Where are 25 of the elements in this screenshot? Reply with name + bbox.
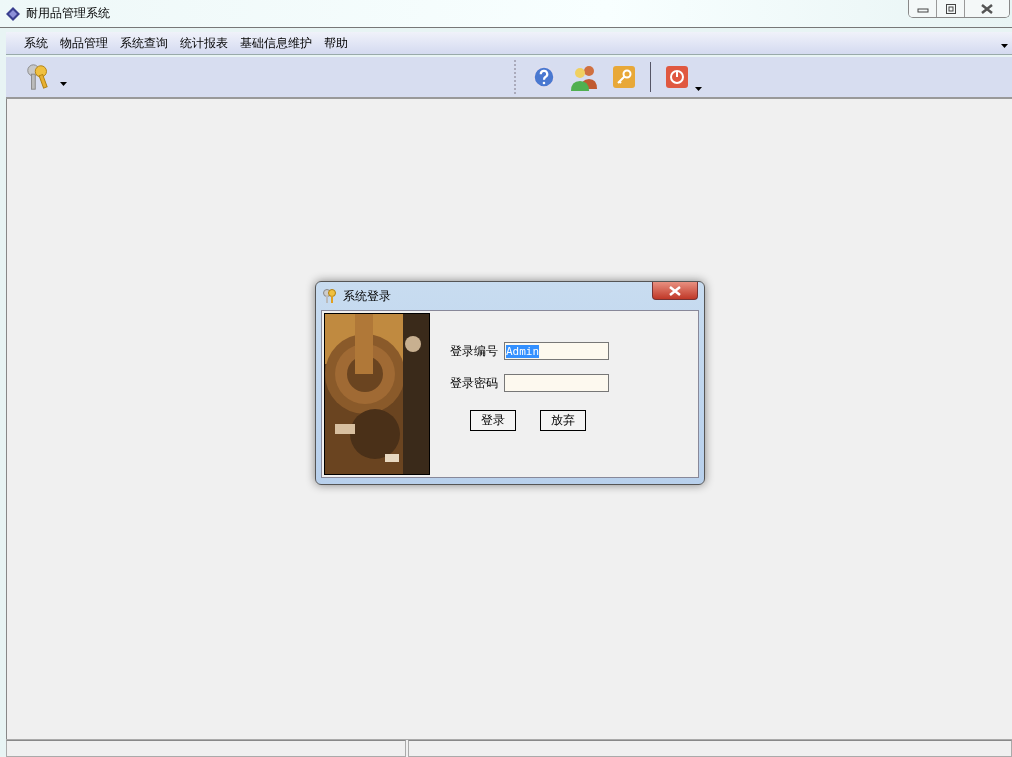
caret-icon[interactable] [695,87,702,91]
caret-icon[interactable] [60,82,67,86]
dialog-button[interactable]: 登录 [470,410,516,431]
menu-item[interactable]: 系统 [18,34,54,52]
app-icon [6,6,20,21]
menu-item[interactable]: 系统查询 [114,34,174,52]
maximize-button[interactable] [937,0,965,17]
keys-icon [322,288,338,304]
window-title: 耐用品管理系统 [26,5,110,22]
close-icon [669,285,681,296]
menu-item[interactable]: 帮助 [318,34,354,52]
restore-icon [945,3,956,14]
input-field[interactable] [504,374,609,392]
dialog-title: 系统登录 [343,287,391,305]
menu-item[interactable]: 统计报表 [174,34,234,52]
dialog-button[interactable]: 放弃 [540,410,586,431]
close-button[interactable] [965,0,1009,17]
field-label: 登录密码 [450,374,498,392]
caret-icon [1001,44,1008,48]
field-value: Admin [506,344,540,358]
close-icon [981,3,993,14]
close-button[interactable] [652,282,698,300]
menu-item[interactable]: 基础信息维护 [234,34,318,52]
menu-item[interactable]: 物品管理 [54,34,114,52]
field-label: 登录编号 [450,342,498,360]
